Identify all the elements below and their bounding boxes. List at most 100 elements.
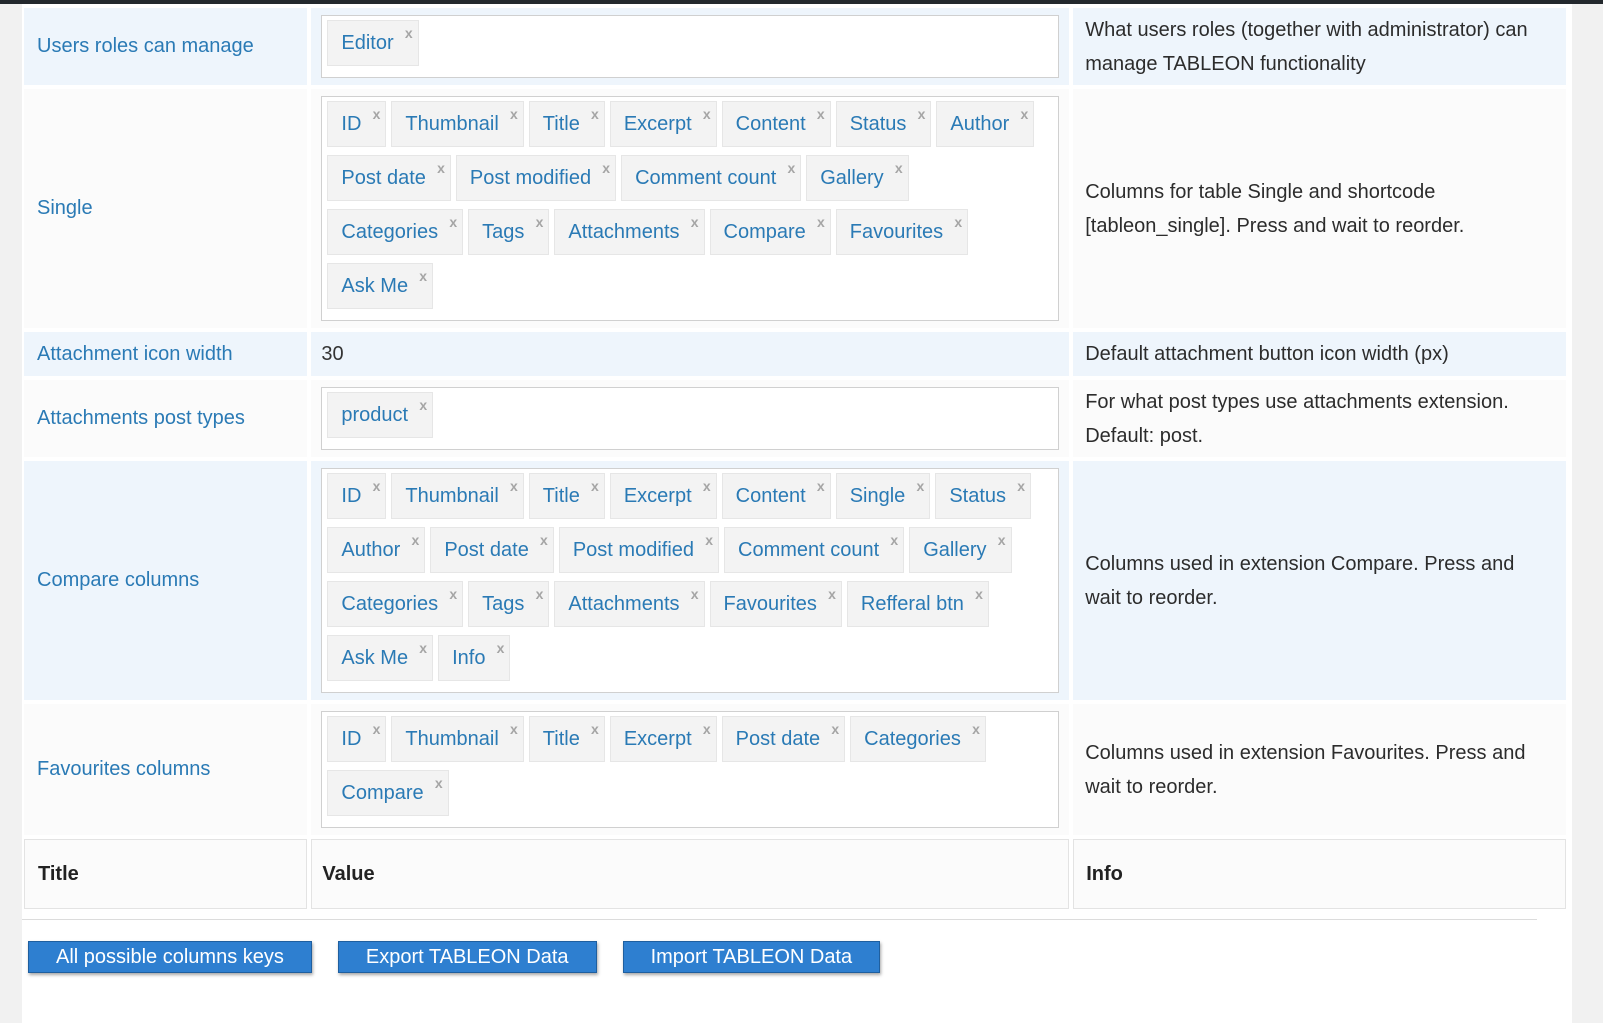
tag-chip[interactable]: Content x <box>721 473 831 519</box>
remove-tag-icon[interactable]: x <box>419 268 427 284</box>
remove-tag-icon[interactable]: x <box>703 721 711 737</box>
tag-chip[interactable]: Title x <box>528 473 605 519</box>
remove-tag-icon[interactable]: x <box>536 586 544 602</box>
remove-tag-icon[interactable]: x <box>917 478 925 494</box>
export-data-button[interactable]: Export TABLEON Data <box>337 941 597 973</box>
tag-chip[interactable]: Status x <box>935 473 1032 519</box>
tag-chip[interactable]: Post modified x <box>455 155 617 201</box>
tag-chip[interactable]: Excerpt x <box>609 473 717 519</box>
tag-chip[interactable]: Ask Me x <box>327 635 434 681</box>
tag-select-box[interactable]: ID x Thumbnail x Title x Excerpt x Content x Singl… <box>321 468 1060 693</box>
remove-tag-icon[interactable]: x <box>831 721 839 737</box>
tag-chip[interactable]: Title x <box>528 716 605 762</box>
tag-chip[interactable]: ID x <box>327 473 387 519</box>
tag-chip[interactable]: product x <box>327 392 434 438</box>
tag-chip[interactable]: Post date x <box>721 716 846 762</box>
remove-tag-icon[interactable]: x <box>703 478 711 494</box>
tag-chip[interactable]: Refferal btn x <box>846 581 989 627</box>
tag-chip[interactable]: Post date x <box>430 527 554 573</box>
tag-chip[interactable]: Author x <box>327 527 426 573</box>
remove-tag-icon[interactable]: x <box>602 160 610 176</box>
remove-tag-icon[interactable]: x <box>449 586 457 602</box>
remove-tag-icon[interactable]: x <box>540 532 548 548</box>
remove-tag-icon[interactable]: x <box>895 160 903 176</box>
tag-chip[interactable]: ID x <box>327 716 387 762</box>
tag-label: Excerpt <box>623 112 692 135</box>
tag-chip[interactable]: Post date x <box>327 155 451 201</box>
remove-tag-icon[interactable]: x <box>536 214 544 230</box>
remove-tag-icon[interactable]: x <box>412 532 420 548</box>
tag-chip[interactable]: Thumbnail x <box>391 473 524 519</box>
tag-chip[interactable]: Compare x <box>327 770 449 816</box>
tag-chip[interactable]: Excerpt x <box>609 101 717 147</box>
remove-tag-icon[interactable]: x <box>437 160 445 176</box>
tag-chip[interactable]: Content x <box>721 101 831 147</box>
tag-chip[interactable]: Attachments x <box>554 209 705 255</box>
remove-tag-icon[interactable]: x <box>691 214 699 230</box>
tag-chip[interactable]: Categories x <box>327 581 464 627</box>
tag-chip[interactable]: Favourites x <box>709 581 842 627</box>
tag-chip[interactable]: Author x <box>936 101 1035 147</box>
remove-tag-icon[interactable]: x <box>703 106 711 122</box>
remove-tag-icon[interactable]: x <box>510 721 518 737</box>
tag-chip[interactable]: Attachments x <box>554 581 705 627</box>
remove-tag-icon[interactable]: x <box>510 106 518 122</box>
remove-tag-icon[interactable]: x <box>817 478 825 494</box>
remove-tag-icon[interactable]: x <box>449 214 457 230</box>
remove-tag-icon[interactable]: x <box>817 106 825 122</box>
remove-tag-icon[interactable]: x <box>975 586 983 602</box>
tag-chip[interactable]: Compare x <box>709 209 831 255</box>
setting-input-value[interactable]: 30 <box>321 343 1059 366</box>
remove-tag-icon[interactable]: x <box>998 532 1006 548</box>
tag-chip[interactable]: Gallery x <box>806 155 909 201</box>
tag-select-box[interactable]: ID x Thumbnail x Title x Excerpt x Post date x Cat… <box>321 711 1060 828</box>
tag-chip[interactable]: Favourites x <box>835 209 969 255</box>
import-data-button[interactable]: Import TABLEON Data <box>622 941 881 973</box>
remove-tag-icon[interactable]: x <box>591 106 599 122</box>
remove-tag-icon[interactable]: x <box>817 214 825 230</box>
tag-chip[interactable]: Thumbnail x <box>391 716 524 762</box>
tag-chip[interactable]: ID x <box>327 101 387 147</box>
all-columns-keys-button[interactable]: All possible columns keys <box>28 941 312 973</box>
tag-chip[interactable]: Ask Me x <box>327 263 434 309</box>
remove-tag-icon[interactable]: x <box>591 478 599 494</box>
tag-chip[interactable]: Categories x <box>850 716 986 762</box>
tag-chip[interactable]: Thumbnail x <box>391 101 524 147</box>
tag-chip[interactable]: Post modified x <box>558 527 720 573</box>
tag-chip[interactable]: Editor x <box>327 20 419 66</box>
remove-tag-icon[interactable]: x <box>373 721 381 737</box>
tag-chip[interactable]: Single x <box>835 473 931 519</box>
tag-select-box[interactable]: ID x Thumbnail x Title x Excerpt x Content x Statu… <box>321 96 1060 321</box>
remove-tag-icon[interactable]: x <box>691 586 699 602</box>
tag-chip[interactable]: Categories x <box>327 209 464 255</box>
tag-chip[interactable]: Info x <box>438 635 511 681</box>
remove-tag-icon[interactable]: x <box>972 721 980 737</box>
remove-tag-icon[interactable]: x <box>435 775 443 791</box>
remove-tag-icon[interactable]: x <box>1017 478 1025 494</box>
remove-tag-icon[interactable]: x <box>497 640 505 656</box>
tag-select-box[interactable]: product x <box>321 387 1060 450</box>
remove-tag-icon[interactable]: x <box>510 478 518 494</box>
tag-chip[interactable]: Tags x <box>468 581 550 627</box>
tag-chip[interactable]: Comment count x <box>724 527 905 573</box>
remove-tag-icon[interactable]: x <box>890 532 898 548</box>
remove-tag-icon[interactable]: x <box>373 478 381 494</box>
remove-tag-icon[interactable]: x <box>419 397 427 413</box>
remove-tag-icon[interactable]: x <box>954 214 962 230</box>
tag-chip[interactable]: Gallery x <box>909 527 1012 573</box>
remove-tag-icon[interactable]: x <box>419 640 427 656</box>
remove-tag-icon[interactable]: x <box>405 25 413 41</box>
remove-tag-icon[interactable]: x <box>705 532 713 548</box>
tag-chip[interactable]: Tags x <box>468 209 550 255</box>
remove-tag-icon[interactable]: x <box>828 586 836 602</box>
remove-tag-icon[interactable]: x <box>787 160 795 176</box>
remove-tag-icon[interactable]: x <box>1021 106 1029 122</box>
tag-chip[interactable]: Comment count x <box>621 155 802 201</box>
tag-chip[interactable]: Status x <box>835 101 932 147</box>
remove-tag-icon[interactable]: x <box>591 721 599 737</box>
tag-chip[interactable]: Excerpt x <box>609 716 717 762</box>
tag-select-box[interactable]: Editor x <box>321 15 1060 78</box>
tag-chip[interactable]: Title x <box>528 101 605 147</box>
remove-tag-icon[interactable]: x <box>918 106 926 122</box>
remove-tag-icon[interactable]: x <box>373 106 381 122</box>
